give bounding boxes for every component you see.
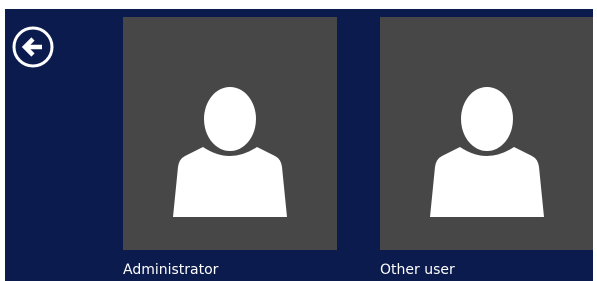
back-arrow-icon (12, 26, 54, 68)
login-screen: Administrator Other user (5, 9, 593, 281)
user-avatar-icon (173, 87, 287, 217)
user-avatar-icon (430, 87, 544, 217)
user-tile-other-user[interactable] (380, 17, 593, 250)
user-name-other-user[interactable]: Other user (380, 261, 455, 279)
user-name-administrator[interactable]: Administrator (123, 261, 218, 279)
back-button[interactable] (11, 25, 55, 69)
user-tile-administrator[interactable] (123, 17, 337, 250)
